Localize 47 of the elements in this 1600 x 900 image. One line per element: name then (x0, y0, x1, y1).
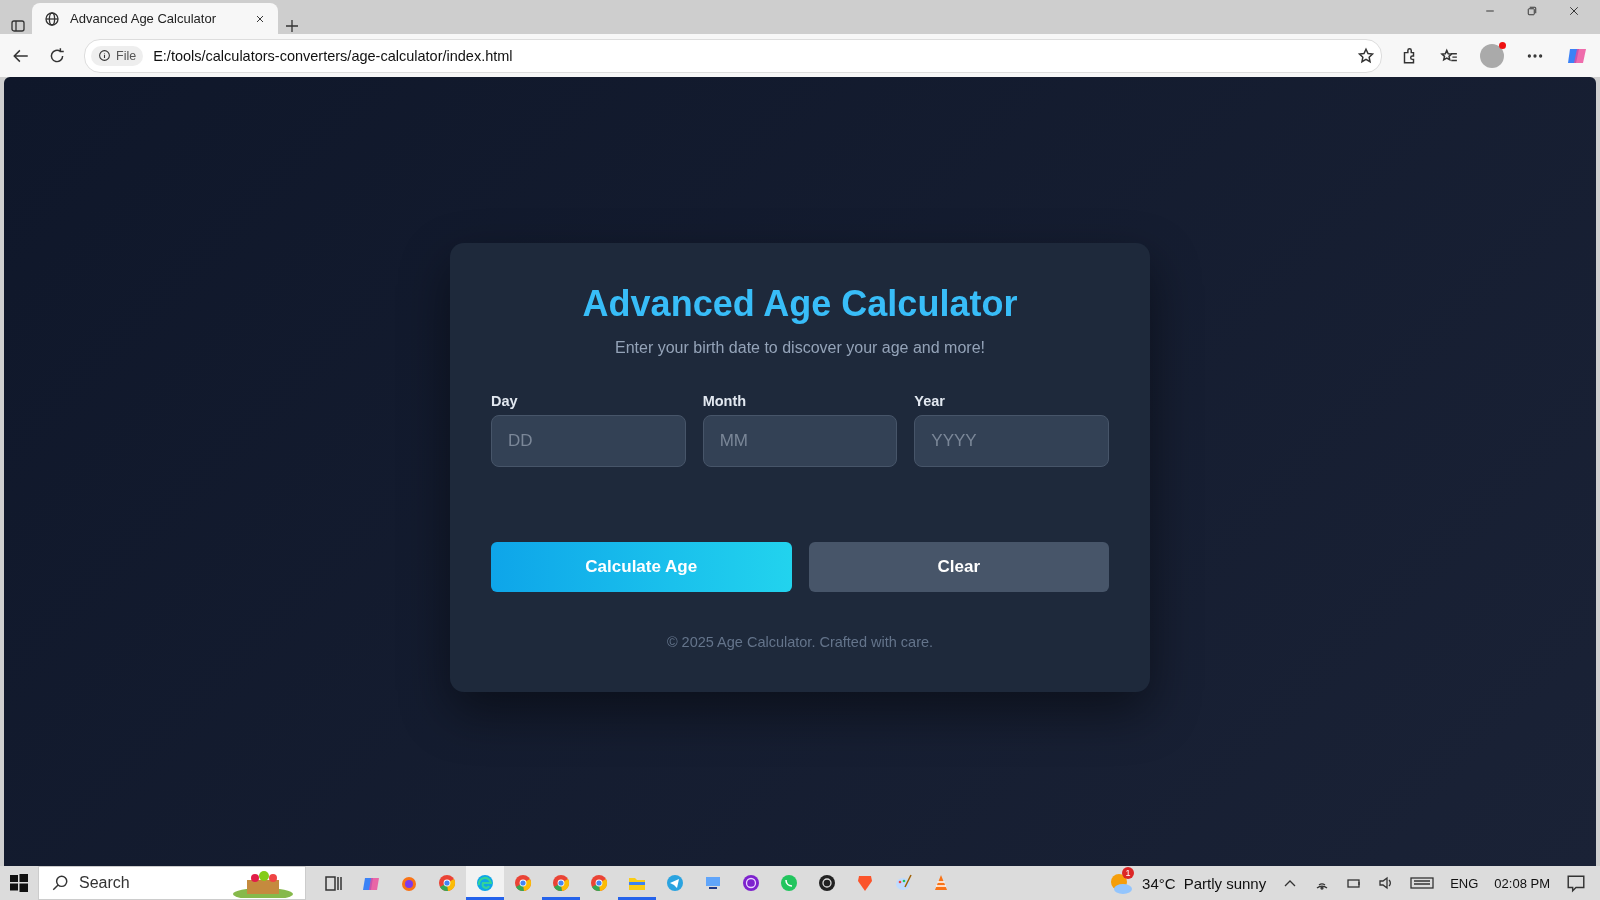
restore-icon[interactable] (1526, 5, 1538, 17)
reload-icon[interactable] (48, 46, 66, 65)
windows-logo-icon[interactable] (10, 874, 28, 892)
info-icon[interactable] (98, 49, 111, 62)
chrome-icon (437, 873, 457, 893)
footer-text: © 2025 Age Calculator. Crafted with care. (666, 634, 934, 650)
weather-condition: Partly sunny (1183, 874, 1267, 892)
date-input[interactable]: YYYY (914, 415, 1109, 467)
notifications-icon[interactable] (1566, 873, 1586, 893)
search-icon[interactable] (51, 874, 69, 892)
chrome-icon (589, 873, 609, 893)
palette-icon (893, 873, 913, 893)
new-tab-icon[interactable] (284, 18, 300, 34)
chrome-icon (513, 873, 533, 893)
field-label: Day (491, 393, 519, 409)
onion-icon (741, 873, 761, 893)
chat-bubble-icon (779, 873, 799, 893)
picnic-basket-icon (233, 868, 293, 898)
lion-shield-icon (855, 873, 875, 893)
field-label: Year (914, 393, 946, 409)
temperature-text: 34°C (1142, 874, 1176, 892)
clock-text[interactable]: 02:08 PM (1494, 875, 1550, 891)
star-icon[interactable] (1357, 46, 1375, 65)
url-text: E:/tools/calculators-converters/age-calculator/index.html (153, 47, 514, 64)
edge-icon (475, 873, 495, 893)
globe-icon[interactable] (44, 10, 60, 27)
record-icon (817, 873, 837, 893)
tab-title: Advanced Age Calculator (70, 11, 217, 26)
language-indicator[interactable]: ENG (1450, 875, 1479, 891)
close-icon[interactable] (1568, 5, 1580, 17)
search-field[interactable]: Search (38, 866, 306, 900)
chrome-icon (551, 873, 571, 893)
file-label[interactable]: File (91, 45, 144, 66)
date-input[interactable]: DD (491, 415, 686, 467)
sidebar-icon[interactable] (10, 18, 26, 34)
clear-button[interactable]: Clear (808, 542, 1109, 592)
field-label: Month (702, 393, 748, 409)
card-title: Advanced Age Calculator (582, 283, 1018, 325)
card-subtitle: Enter your birth date to discover your age and more! (615, 339, 985, 357)
paper-plane-icon (665, 873, 685, 893)
notification-badge: 1 (1122, 867, 1135, 879)
profile-avatar[interactable] (1480, 43, 1504, 68)
address-bar[interactable]: File E:/tools/calculators-converters/age-calculator/index.html (84, 38, 1382, 73)
task-view-icon (323, 873, 343, 893)
date-input[interactable]: MM (702, 415, 898, 467)
keyboard-icon[interactable] (1410, 874, 1435, 892)
browser-tab[interactable]: Advanced Age Calculator (32, 3, 278, 34)
